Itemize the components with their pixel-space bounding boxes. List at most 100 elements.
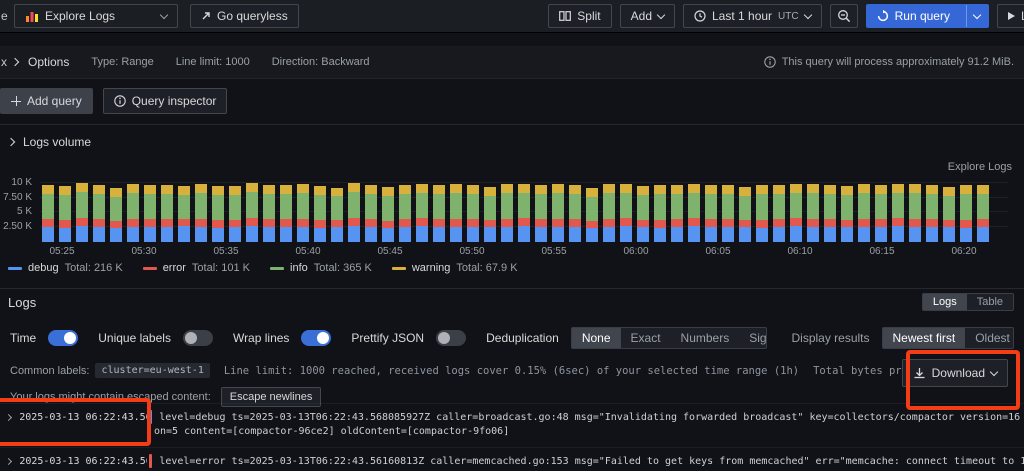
logs-volume-plot[interactable] [40,180,1008,242]
common-labels-badge: cluster=eu-west-1 [95,363,210,378]
chevron-down-icon [656,10,666,19]
legend-series-total: Total: 365 K [313,262,372,274]
volume-bar [399,185,411,242]
log-row[interactable]: 2025-03-13 06:22:43.568 level=debug ts=2… [0,403,1024,447]
query-actions-row: Add query Query inspector [0,88,228,114]
add-label: Add [630,9,652,23]
toggle-knob [317,332,330,344]
chevron-down-icon [973,10,982,19]
run-query-button[interactable]: Run query [865,4,989,28]
explore-logs-screen: e Explore Logs Go queryless Split Add La… [0,0,1024,471]
x-axis-label: 06:10 [787,246,813,257]
go-queryless-icon [202,12,210,20]
view-option-logs[interactable]: Logs [922,294,967,310]
view-option-table[interactable]: Table [967,294,1013,310]
dedup-option-exact[interactable]: Exact [621,328,671,348]
toggle-label-time: Time [10,331,37,345]
x-axis-label: 06:15 [869,246,895,257]
time-range-picker[interactable]: Last 1 hour UTC [683,4,822,28]
dedup-label: Deduplication [486,331,559,345]
legend-series-total: Total: 67.9 K [456,262,518,274]
volume-bar [535,185,547,242]
explore-logs-link[interactable]: Explore Logs [948,161,1012,173]
row-expander-icon[interactable] [4,413,19,421]
volume-bar [858,184,870,242]
dedup-option-none[interactable]: None [571,328,621,348]
dedup-option-numbers[interactable]: Numbers [671,328,740,348]
common-labels-label: Common labels: [10,364,90,377]
time-zone-label: UTC [778,10,799,22]
legend-item-error[interactable]: error Total: 101 K [142,262,251,274]
app-picker-dropdown[interactable]: Explore Logs [14,4,178,28]
dedup-option-signature[interactable]: Signature [739,328,766,348]
volume-bar [586,188,598,242]
toggle-knob [438,332,451,344]
legend-item-warning[interactable]: warning Total: 67.9 K [391,262,518,274]
unique-labels-toggle[interactable] [182,330,213,346]
top-toolbar: e Explore Logs Go queryless Split Add La… [0,0,1024,33]
volume-bar [195,184,207,242]
volume-bar [671,185,683,242]
x-axis-label: 05:40 [295,246,321,257]
dedup-group: None Exact Numbers Signature [570,327,768,349]
option-type: Type: Range [91,56,154,68]
add-dropdown[interactable]: Add [619,4,675,28]
query-inspector-button[interactable]: Query inspector [102,88,228,114]
volume-bar [76,183,88,242]
download-icon [914,367,925,378]
log-line-text: level=debug ts=2025-03-13T06:22:43.56808… [159,411,1024,423]
legend-series-name: warning [411,262,451,274]
log-row[interactable]: 2025-03-13 06:22:43.561 level=error ts=2… [0,447,1024,471]
add-query-label: Add query [27,94,82,108]
log-level-indicator [149,454,153,468]
add-query-button[interactable]: Add query [0,88,93,114]
logs-panel-title: Logs [8,295,37,310]
split-label: Split [577,9,601,23]
toggle-label-wrap-lines: Wrap lines [232,331,290,345]
logs-volume-legend: debug Total: 216 K error Total: 101 K in… [8,262,518,274]
volume-bar [943,187,955,242]
explore-logs-app-icon [26,12,38,22]
wrap-lines-toggle[interactable] [301,330,332,346]
volume-bar [331,188,343,242]
logs-volume-header[interactable]: Logs volume [6,135,92,149]
live-button[interactable]: Live [996,4,1024,28]
run-query-caret[interactable] [965,5,988,27]
escaped-content-note: Your logs might contain escaped content: [10,391,211,403]
volume-bar [756,185,768,242]
query-size-note: This query will process approximately 91… [763,46,1014,78]
split-button[interactable]: Split [548,4,612,28]
legend-series-total: Total: 101 K [191,262,251,274]
plus-icon [11,96,21,106]
legend-swatch [8,266,22,270]
display-results-label: Display results [791,331,870,345]
display-option-newest[interactable]: Newest first [882,328,966,348]
go-queryless-button[interactable]: Go queryless [190,4,299,28]
volume-bar [433,185,445,242]
time-toggle[interactable] [48,330,79,346]
prettify-json-toggle[interactable] [436,330,467,346]
x-axis-label: 05:25 [49,246,75,257]
legend-item-debug[interactable]: debug Total: 216 K [8,262,123,274]
download-button[interactable]: Download [901,359,1008,387]
volume-bar [977,185,989,242]
zoom-out-button[interactable] [829,4,858,28]
volume-bar [960,185,972,242]
display-option-oldest[interactable]: Oldest first [965,328,1013,348]
options-title: Options [28,55,70,69]
toggle-knob [64,332,77,344]
volume-bar [263,185,275,242]
volume-bar [637,186,649,242]
options-expander[interactable]: Options [10,55,70,69]
legend-swatch [270,266,285,270]
log-timestamp: 2025-03-13 06:22:43.561 [19,455,148,467]
volume-bar [824,185,836,242]
refresh-icon [877,10,888,22]
logs-controls-row: Time Unique labels Wrap lines Prettify J… [10,325,1014,351]
volume-bar [127,184,139,242]
row-expander-icon[interactable] [4,457,19,465]
legend-item-info[interactable]: info Total: 365 K [270,262,372,274]
volume-bar [467,185,479,242]
logs-volume-title: Logs volume [23,135,92,149]
x-axis-label: 05:45 [377,246,403,257]
